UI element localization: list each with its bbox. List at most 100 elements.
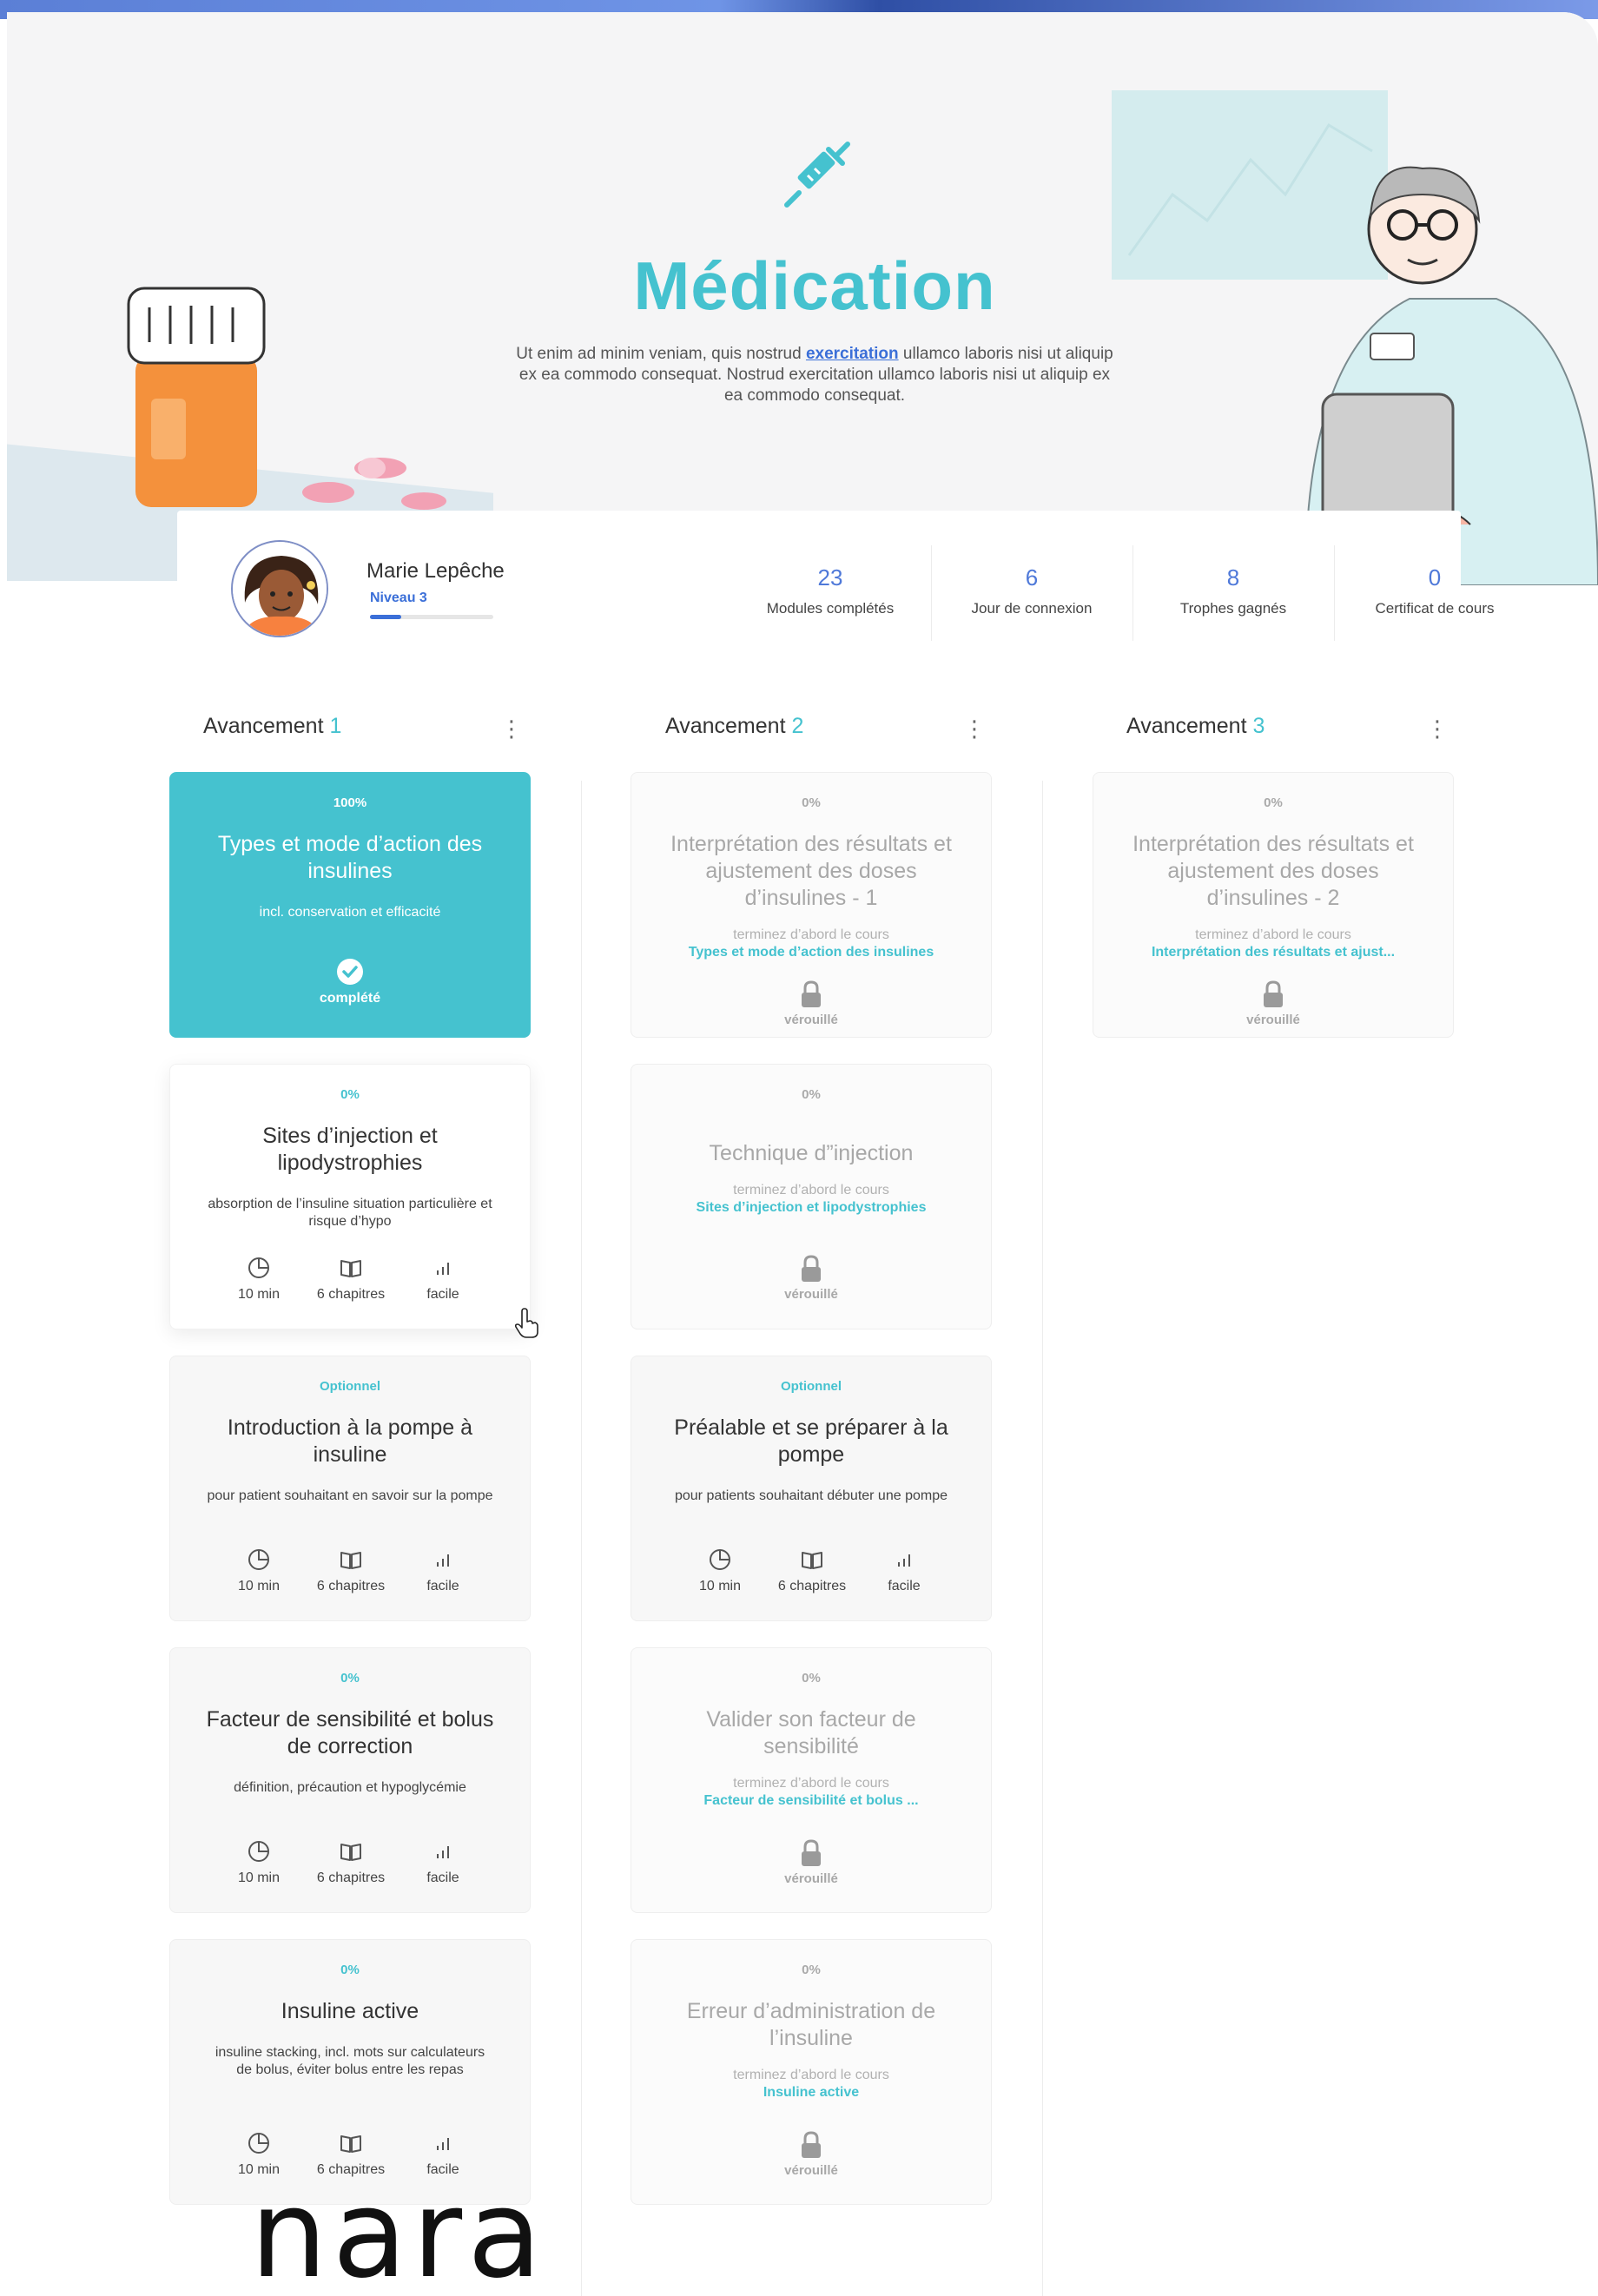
prerequisite-note: terminez d’abord le cours <box>733 1776 889 1791</box>
meta-chapters: 6 chapitres <box>299 1839 403 1886</box>
module-title: Technique d”injection <box>709 1141 914 1165</box>
meta-chapters: 6 chapitres <box>299 1256 403 1303</box>
prerequisite-course-link[interactable]: Insuline active <box>655 2085 967 2101</box>
level-progress-bar <box>370 615 493 619</box>
progress-tag: 0% <box>340 1087 360 1102</box>
progress-tag: 0% <box>802 1963 821 1977</box>
module-meta: 10 min 6 chapitres facile <box>631 1547 993 1608</box>
module-meta: 10 min 6 chapitres facile <box>170 1547 532 1608</box>
module-description: définition, précaution et hypoglycémie <box>234 1780 466 1795</box>
module-card-sites-injection[interactable]: 0% Sites d’injection et lipodystrophies … <box>169 1064 531 1329</box>
meta-duration: 10 min <box>207 1839 311 1886</box>
module-card-erreur-administration[interactable]: 0% Erreur d’administration de l’insuline… <box>631 1939 992 2205</box>
meta-duration: 10 min <box>207 1256 311 1303</box>
locked-label: vérouillé <box>784 1287 838 1302</box>
module-title: Types et mode d’action des insulines <box>217 832 483 883</box>
locked-label: vérouillé <box>784 2163 838 2178</box>
module-card-valider-facteur[interactable]: 0% Valider son facteur de sensibilité te… <box>631 1647 992 1913</box>
module-title: Insuline active <box>281 1999 419 2023</box>
syringe-icon <box>784 142 850 208</box>
clock-icon <box>248 1257 269 1278</box>
module-card-interpretation-2[interactable]: 0% Interprétation des résultats et ajust… <box>1093 772 1454 1038</box>
prerequisite-course-link[interactable]: Interprétation des résultats et ajust... <box>1117 945 1430 960</box>
stat-value: 23 <box>817 564 843 590</box>
nara-logo: nara <box>250 2164 547 2296</box>
module-title: Préalable et se préparer à la pompe <box>674 1415 948 1467</box>
clock-icon <box>248 2133 269 2154</box>
module-title: Sites d’injection et lipodystrophies <box>262 1124 438 1175</box>
prerequisite-note: terminez d’abord le cours <box>733 927 889 942</box>
pill-bottle-illustration <box>127 287 266 507</box>
lock-icon <box>802 1839 821 1866</box>
stat-label: Modules complétés <box>766 600 895 617</box>
module-description: absorption de l’insuline situation parti… <box>208 1197 492 1229</box>
stat-connexion: 6 Jour de connexion <box>931 545 1132 641</box>
module-title: Valider son facteur de sensibilité <box>706 1707 916 1758</box>
stat-label: Trophes gagnés <box>1179 600 1287 617</box>
column-header-1: Avancement 1 <box>203 714 342 738</box>
locked-label: vérouillé <box>1246 1013 1300 1027</box>
meta-difficulty: facile <box>391 1256 495 1303</box>
exercitation-link[interactable]: exercitation <box>806 345 899 363</box>
module-card-technique-injection[interactable]: 0% Technique d”injection terminez d’abor… <box>631 1064 992 1329</box>
book-icon <box>802 1552 822 1569</box>
hero-description: Ut enim ad minim veniam, quis nostrud ex… <box>516 345 1113 405</box>
stat-value: 6 <box>1025 564 1039 590</box>
module-meta: 10 min 6 chapitres facile <box>170 1256 532 1316</box>
signal-bars-icon <box>898 1554 910 1567</box>
profile-card: Marie Lepêche Niveau 3 23 Modules complé… <box>177 511 1495 650</box>
progress-tag: 0% <box>340 1671 360 1686</box>
optional-tag: Optionnel <box>320 1379 380 1394</box>
book-icon <box>340 1552 361 1569</box>
module-card-facteur-sensibilite[interactable]: 0% Facteur de sensibilité et bolus de co… <box>169 1647 531 1913</box>
book-icon <box>340 1844 361 1861</box>
module-card-interpretation-1[interactable]: 0% Interprétation des résultats et ajust… <box>631 772 992 1038</box>
hand-cursor-icon <box>514 1308 538 1338</box>
hero-banner: Médication Ut enim ad minim veniam, quis… <box>7 12 1598 585</box>
prerequisite-course-link[interactable]: Types et mode d’action des insulines <box>655 945 967 960</box>
signal-bars-icon <box>437 1263 449 1275</box>
meta-difficulty: facile <box>391 1839 495 1886</box>
column-header-2: Avancement 2 <box>665 714 804 738</box>
module-title: Erreur d’administration de l’insuline <box>686 1999 936 2050</box>
stat-value: 0 <box>1428 564 1442 590</box>
prerequisite-course-link[interactable]: Facteur de sensibilité et bolus ... <box>655 1793 967 1809</box>
column-2-more-icon[interactable]: ⋮ <box>963 717 986 740</box>
book-icon <box>340 1260 361 1277</box>
module-card-pompe-insuline[interactable]: Optionnel Introduction à la pompe à insu… <box>169 1356 531 1621</box>
module-title: Facteur de sensibilité et bolus de corre… <box>206 1707 494 1758</box>
column-1-more-icon[interactable]: ⋮ <box>500 717 523 740</box>
progress-tag: 0% <box>1264 795 1283 810</box>
stat-trophies: 8 Trophes gagnés <box>1132 545 1334 641</box>
progress-tag: 0% <box>340 1963 360 1977</box>
module-title: Interprétation des résultats et ajusteme… <box>670 832 952 910</box>
signal-bars-icon <box>437 1846 449 1858</box>
meta-difficulty: facile <box>852 1547 956 1594</box>
module-description: insuline stacking, incl. mots sur calcul… <box>215 2045 485 2077</box>
lock-icon <box>802 980 821 1007</box>
stat-certificates: 0 Certificat de cours <box>1334 545 1535 641</box>
prerequisite-note: terminez d’abord le cours <box>1195 927 1351 942</box>
stat-value: 8 <box>1226 564 1240 590</box>
prerequisite-note: terminez d’abord le cours <box>733 2068 889 2082</box>
lock-icon <box>802 2131 821 2158</box>
column-header-3: Avancement 3 <box>1126 714 1265 738</box>
column-3-more-icon[interactable]: ⋮ <box>1426 717 1449 740</box>
meta-duration: 10 min <box>207 1547 311 1594</box>
module-card-types-insulines[interactable]: 100% Types et mode d’action des insuline… <box>169 772 531 1038</box>
stat-label: Jour de connexion <box>971 600 1093 617</box>
optional-tag: Optionnel <box>781 1379 842 1394</box>
page: Médication Ut enim ad minim veniam, quis… <box>7 12 1598 2296</box>
prerequisite-course-link[interactable]: Sites d’injection et lipodystrophies <box>655 1200 967 1216</box>
progress-tag: 0% <box>802 1671 821 1686</box>
module-card-preparer-pompe[interactable]: Optionnel Préalable et se préparer à la … <box>631 1356 992 1621</box>
meta-chapters: 6 chapitres <box>760 1547 864 1594</box>
module-title: Introduction à la pompe à insuline <box>227 1415 473 1467</box>
book-icon <box>340 2135 361 2153</box>
progress-tag: 100% <box>333 795 367 810</box>
module-meta: 10 min 6 chapitres facile <box>170 1839 532 1900</box>
user-level: Niveau 3 <box>370 590 427 605</box>
prerequisite-note: terminez d’abord le cours <box>733 1183 889 1197</box>
avatar[interactable] <box>231 540 328 637</box>
meta-difficulty: facile <box>391 1547 495 1594</box>
